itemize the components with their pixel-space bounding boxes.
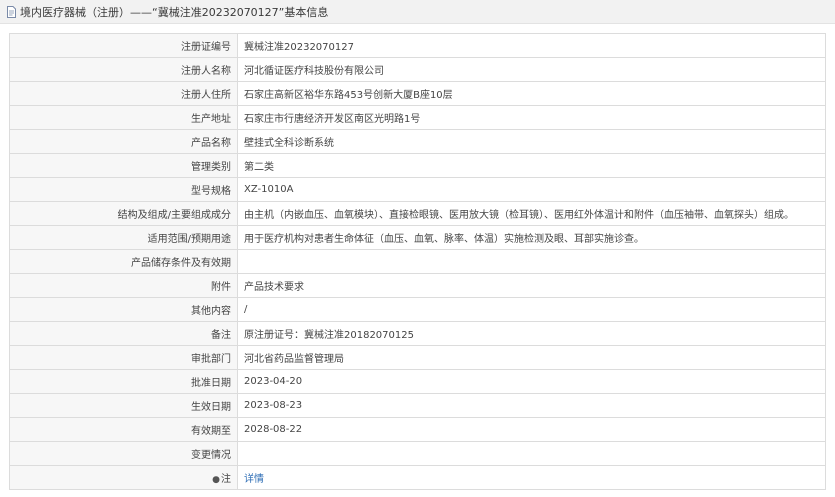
page-title: 境内医疗器械（注册）——“冀械注准20232070127”基本信息: [20, 5, 329, 19]
table-row: 注册证编号 冀械注准20232070127: [9, 33, 826, 58]
field-value: 壁挂式全科诊断系统: [237, 129, 826, 154]
field-label: 管理类别: [9, 153, 238, 178]
field-label: 生效日期: [9, 393, 238, 418]
field-label: 注册人住所: [9, 81, 238, 106]
table-row: 审批部门 河北省药品监督管理局: [9, 345, 826, 370]
field-label: 产品名称: [9, 129, 238, 154]
field-label: 其他内容: [9, 297, 238, 322]
table-row: 备注 原注册证号：冀械注准20182070125: [9, 321, 826, 346]
note-label-cell: ●注: [9, 465, 238, 490]
table-row-note: ●注 详情: [9, 465, 826, 490]
field-value: 由主机（内嵌血压、血氧模块）、直接检眼镜、医用放大镜（检耳镜）、医用红外体温计和…: [237, 201, 826, 226]
field-value: 石家庄高新区裕华东路453号创新大厦B座10层: [237, 81, 826, 106]
document-icon: [7, 5, 16, 18]
field-value: [237, 249, 826, 274]
field-value: 2023-04-20: [237, 369, 826, 394]
table-row: 有效期至 2028-08-22: [9, 417, 826, 442]
field-value: 河北循证医疗科技股份有限公司: [237, 57, 826, 82]
field-label: 备注: [9, 321, 238, 346]
table-row: 管理类别 第二类: [9, 153, 826, 178]
field-label: 有效期至: [9, 417, 238, 442]
location-pin-icon: ●: [212, 475, 220, 485]
table-row: 产品储存条件及有效期: [9, 249, 826, 274]
table-row: 型号规格 XZ-1010A: [9, 177, 826, 202]
table-row: 产品名称 壁挂式全科诊断系统: [9, 129, 826, 154]
field-label: 批准日期: [9, 369, 238, 394]
field-value: 第二类: [237, 153, 826, 178]
table-row: 批准日期 2023-04-20: [9, 369, 826, 394]
field-label: 注册证编号: [9, 33, 238, 58]
table-row: 其他内容 /: [9, 297, 826, 322]
field-label: 适用范围/预期用途: [9, 225, 238, 250]
field-value: XZ-1010A: [237, 177, 826, 202]
table-row: 注册人名称 河北循证医疗科技股份有限公司: [9, 57, 826, 82]
page-header: 境内医疗器械（注册）——“冀械注准20232070127”基本信息: [0, 0, 835, 24]
field-label: 附件: [9, 273, 238, 298]
note-value-cell: 详情: [237, 465, 826, 490]
note-label: 注: [221, 474, 231, 485]
field-value: 产品技术要求: [237, 273, 826, 298]
field-label: 变更情况: [9, 441, 238, 466]
table-row: 生效日期 2023-08-23: [9, 393, 826, 418]
field-value: 冀械注准20232070127: [237, 33, 826, 58]
field-value: 2028-08-22: [237, 417, 826, 442]
field-value: 石家庄市行唐经济开发区南区光明路1号: [237, 105, 826, 130]
info-table: 注册证编号 冀械注准20232070127 注册人名称 河北循证医疗科技股份有限公司注…: [9, 33, 826, 490]
field-label: 注册人名称: [9, 57, 238, 82]
field-label: 生产地址: [9, 105, 238, 130]
field-value: [237, 441, 826, 466]
field-label: 审批部门: [9, 345, 238, 370]
info-table-body: 注册证编号 冀械注准20232070127 注册人名称 河北循证医疗科技股份有限公司注…: [9, 33, 826, 490]
table-row: 适用范围/预期用途 用于医疗机构对患者生命体征（血压、血氧、脉率、体温）实施检测及…: [9, 225, 826, 250]
table-row: 注册人住所 石家庄高新区裕华东路453号创新大厦B座10层: [9, 81, 826, 106]
field-value: /: [237, 297, 826, 322]
field-value: 2023-08-23: [237, 393, 826, 418]
field-value: 用于医疗机构对患者生命体征（血压、血氧、脉率、体温）实施检测及眼、耳部实施诊查。: [237, 225, 826, 250]
table-row: 变更情况: [9, 441, 826, 466]
field-value: 原注册证号：冀械注准20182070125: [237, 321, 826, 346]
field-label: 结构及组成/主要组成成分: [9, 201, 238, 226]
field-value: 河北省药品监督管理局: [237, 345, 826, 370]
details-link[interactable]: 详情: [244, 474, 264, 485]
table-row: 附件 产品技术要求: [9, 273, 826, 298]
field-label: 型号规格: [9, 177, 238, 202]
field-label: 产品储存条件及有效期: [9, 249, 238, 274]
table-row: 生产地址 石家庄市行唐经济开发区南区光明路1号: [9, 105, 826, 130]
table-row: 结构及组成/主要组成成分 由主机（内嵌血压、血氧模块）、直接检眼镜、医用放大镜（检…: [9, 201, 826, 226]
